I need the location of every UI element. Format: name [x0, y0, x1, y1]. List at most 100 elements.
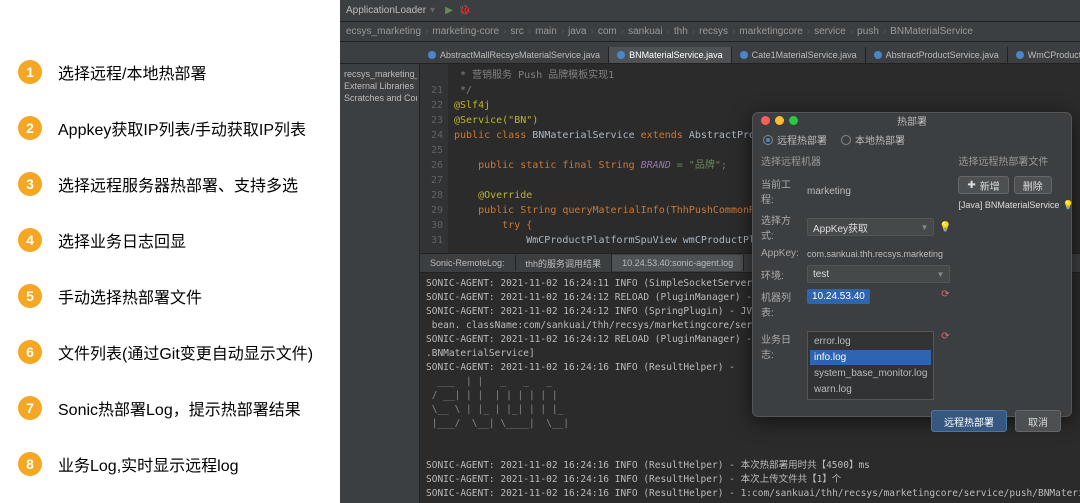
hot-deploy-dialog: 热部署 远程热部署 本地热部署 选择远程机器 当前工程:marketing 选择… [752, 112, 1072, 417]
refresh-icon[interactable]: ⟳ [940, 331, 950, 341]
section-label: 选择远程机器 [761, 153, 950, 168]
file-tab[interactable]: AbstractProductService.java [866, 47, 1008, 63]
run-icon[interactable]: ▶ [445, 5, 453, 16]
log-line: SONIC-AGENT: 2021-11-02 16:24:16 INFO (R… [426, 460, 870, 471]
radio-icon [841, 135, 851, 145]
console-tab[interactable]: thh的服务调用结果 [516, 254, 613, 273]
ascii-art: |___/ \__| \____| \__| [426, 418, 569, 429]
crumb[interactable]: main [535, 26, 564, 37]
code-annotation: @Service("BN") [454, 115, 538, 126]
step-1: 1选择远程/本地热部署 [18, 60, 328, 84]
log-item[interactable]: system_base_monitor.log [810, 366, 931, 381]
deploy-button[interactable]: 远程热部署 [931, 410, 1007, 432]
step-badge: 2 [18, 116, 42, 140]
radio-label: 远程热部署 [777, 132, 827, 147]
project-tree[interactable]: recsys_marketing_l External Libraries Sc… [340, 64, 420, 503]
dialog-title: 热部署 [897, 113, 927, 128]
file-tab[interactable]: AbstractMallRecsysMaterialService.java [420, 47, 609, 63]
dialog-left-column: 选择远程机器 当前工程:marketing 选择方式:AppKey获取▼💡 Ap… [761, 153, 950, 400]
log-line: .BNMaterialService] [426, 348, 535, 359]
crumb[interactable]: java [568, 26, 594, 37]
dialog-titlebar: 热部署 [753, 113, 1071, 128]
crumb[interactable]: thh [674, 26, 695, 37]
minimize-icon[interactable] [775, 116, 784, 125]
bulb-icon: 💡 [1063, 200, 1073, 210]
code-annotation: @Slf4j [454, 100, 490, 111]
refresh-icon[interactable]: ⟳ [940, 289, 950, 299]
crumb[interactable]: sankuai [628, 26, 670, 37]
select-value: AppKey获取 [813, 220, 868, 235]
radio-local[interactable]: 本地热部署 [841, 132, 905, 147]
code-field: BRAND [641, 160, 671, 171]
ascii-art: ___ | | _ _ _ [426, 376, 552, 387]
selected-file[interactable]: [Java] BNMaterialService💡 [958, 200, 1078, 210]
ascii-art: \__ \ | |_ | |_| | | |_ [426, 404, 563, 415]
plus-icon: ✚ [967, 180, 975, 191]
crumb[interactable]: service [814, 26, 853, 37]
file-tab[interactable]: Cate1MaterialService.java [732, 47, 866, 63]
dialog-footer: 远程热部署 取消 [753, 404, 1071, 442]
file-tab-active[interactable]: BNMaterialService.java [609, 47, 732, 63]
method-select[interactable]: AppKey获取▼ [807, 218, 934, 236]
add-file-button[interactable]: ✚新增 [958, 176, 1008, 194]
field-label: 机器列表: [761, 289, 801, 319]
chevron-down-icon: ▼ [936, 270, 944, 279]
file-tabs: AbstractMallRecsysMaterialService.java B… [340, 42, 1080, 64]
crumb[interactable]: BNMaterialService [890, 26, 977, 37]
step-text: Sonic热部署Log，提示热部署结果 [58, 396, 301, 420]
tab-label: AbstractProductService.java [886, 50, 999, 60]
tab-label: Cate1MaterialService.java [752, 50, 857, 60]
env-select[interactable]: test▼ [807, 265, 950, 283]
crumb[interactable]: marketing-core [432, 26, 506, 37]
step-text: 文件列表(通过Git变更自动显示文件) [58, 340, 313, 364]
toolbar: ApplicationLoader ▾ ▶ 🐞 [340, 0, 1080, 22]
tree-item[interactable]: Scratches and Con [342, 92, 417, 104]
run-config[interactable]: ApplicationLoader [346, 5, 426, 16]
tab-label: WmCProductPlatformSpuView.class [1028, 50, 1080, 60]
tab-label: BNMaterialService.java [629, 50, 723, 60]
radio-label: 本地热部署 [855, 132, 905, 147]
window-controls [761, 116, 798, 125]
crumb[interactable]: recsys [699, 26, 735, 37]
cancel-button[interactable]: 取消 [1015, 410, 1061, 432]
tree-item[interactable]: recsys_marketing_l [342, 68, 417, 80]
log-line: SONIC-AGENT: 2021-11-02 16:24:16 INFO (R… [426, 362, 735, 373]
crumb[interactable]: push [857, 26, 886, 37]
crumb[interactable]: src [510, 26, 531, 37]
step-text: 业务Log,实时显示远程log [58, 452, 239, 476]
step-text: 选择远程服务器热部署、支持多选 [58, 172, 298, 196]
close-icon[interactable] [761, 116, 770, 125]
step-4: 4选择业务日志回显 [18, 228, 328, 252]
step-text: 选择远程/本地热部署 [58, 60, 206, 84]
zoom-icon[interactable] [789, 116, 798, 125]
crumb[interactable]: marketingcore [739, 26, 810, 37]
file-tab[interactable]: WmCProductPlatformSpuView.class [1008, 47, 1080, 63]
radio-icon [763, 135, 773, 145]
java-icon [428, 51, 436, 59]
step-badge: 7 [18, 396, 42, 420]
btn-label: 删除 [1023, 178, 1043, 193]
crumb[interactable]: ecsys_marketing [346, 26, 428, 37]
ascii-art: / __| | | | | | | | | [426, 390, 558, 401]
section-label: 选择远程热部署文件 [958, 153, 1078, 168]
console-tab-active[interactable]: 10.24.53.40:sonic-agent.log [612, 255, 744, 271]
log-item[interactable]: warn.log [810, 382, 931, 397]
line-gutter: 2122232425262728293031 [420, 64, 448, 253]
ip-item-selected[interactable]: 10.24.53.40 [807, 289, 870, 304]
delete-file-button[interactable]: 删除 [1014, 176, 1052, 194]
step-3: 3选择远程服务器热部署、支持多选 [18, 172, 328, 196]
ide-window: ApplicationLoader ▾ ▶ 🐞 ecsys_marketing … [340, 0, 1080, 503]
deploy-mode-radios: 远程热部署 本地热部署 [753, 128, 1071, 147]
console-tab[interactable]: Sonic-RemoteLog: [420, 255, 516, 271]
dialog-right-column: 选择远程热部署文件 ✚新增 删除 [Java] BNMaterialServic… [958, 153, 1078, 400]
log-file-list: error.log info.log system_base_monitor.l… [807, 331, 934, 400]
step-badge: 8 [18, 452, 42, 476]
radio-remote[interactable]: 远程热部署 [763, 132, 827, 147]
log-item-selected[interactable]: info.log [810, 350, 931, 365]
field-label: 业务日志: [761, 331, 801, 361]
crumb[interactable]: com [598, 26, 624, 37]
debug-icon[interactable]: 🐞 [459, 5, 471, 16]
tree-item[interactable]: External Libraries [342, 80, 417, 92]
steps-panel: 1选择远程/本地热部署 2Appkey获取IP列表/手动获取IP列表 3选择远程… [0, 0, 340, 503]
log-item[interactable]: error.log [810, 334, 931, 349]
